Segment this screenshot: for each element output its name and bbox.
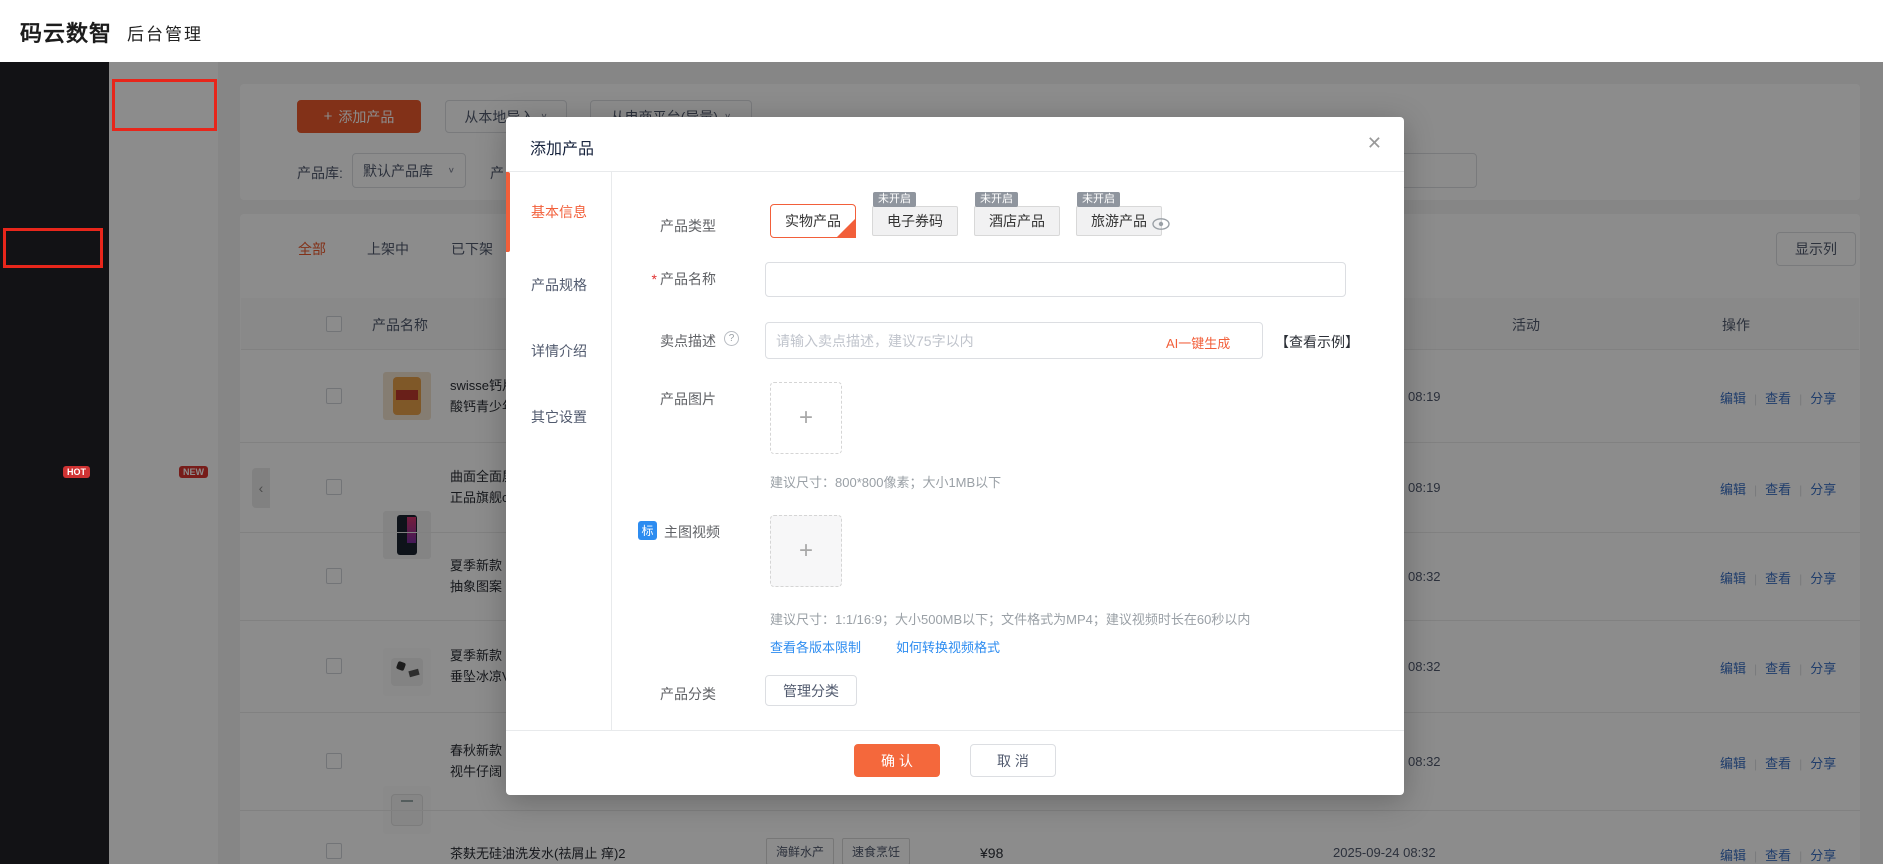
version-limits-link[interactable]: 查看各版本限制	[770, 637, 861, 656]
product-category-label: 产品分类	[660, 686, 716, 702]
confirm-button[interactable]: 确 认	[854, 744, 940, 777]
disabled-badge: 未开启	[873, 192, 916, 207]
app-root: 码云数智 后台管理 概况 统计 商城 产品 订单 会员 微信 分销 营销 HOT	[0, 0, 1883, 864]
modal-footer-divider	[506, 730, 1404, 731]
modal-title: 添加产品	[530, 141, 595, 158]
product-name-input[interactable]	[765, 262, 1346, 297]
product-name-label: * 产品名称	[651, 271, 716, 287]
image-size-hint: 建议尺寸：800*800像素；大小1MB以下	[770, 475, 1002, 490]
cancel-button[interactable]: 取 消	[970, 744, 1056, 777]
disabled-badge: 未开启	[1077, 192, 1120, 207]
disabled-badge: 未开启	[975, 192, 1018, 207]
add-product-modal: 添加产品 ✕ 基本信息 产品规格 详情介绍 其它设置 产品类型 实物产品 ✓ 未…	[506, 117, 1404, 795]
hot-badge: HOT	[63, 466, 90, 478]
help-question-icon[interactable]: ?	[724, 331, 739, 346]
check-icon: ✓	[845, 216, 854, 227]
ai-generate-button[interactable]: AI一键生成	[1166, 333, 1230, 352]
required-mark: *	[651, 271, 657, 287]
product-image-label: 产品图片	[660, 391, 716, 407]
plus-icon: +	[798, 537, 813, 564]
video-upload-box[interactable]: +	[770, 515, 842, 587]
selling-point-label: 卖点描述	[660, 333, 716, 349]
modal-header: 添加产品 ✕	[506, 117, 1404, 172]
close-icon[interactable]: ✕	[1367, 133, 1382, 154]
manage-category-button[interactable]: 管理分类	[765, 675, 857, 706]
product-type-label: 产品类型	[660, 218, 716, 234]
view-example-link[interactable]: 【查看示例】	[1275, 332, 1359, 352]
plus-icon: +	[798, 404, 813, 431]
product-type-options: 实物产品 ✓ 未开启 电子券码 未开启 酒店产品 未开启 旅游产品	[770, 192, 1162, 238]
type-option-travel[interactable]: 未开启 旅游产品	[1076, 192, 1162, 236]
top-bar: 码云数智 后台管理	[0, 0, 1883, 62]
convert-format-link[interactable]: 如何转换视频格式	[896, 637, 1000, 656]
modal-tab-detail-intro[interactable]: 详情介绍	[506, 318, 612, 384]
brand-logo: 码云数智	[20, 21, 113, 46]
preview-eye-icon[interactable]	[1151, 214, 1171, 239]
main-video-label: 主图视频	[664, 524, 720, 540]
modal-tab-basic-info[interactable]: 基本信息	[506, 172, 612, 252]
type-option-evoucher[interactable]: 未开启 电子券码	[872, 192, 958, 236]
video-size-hint: 建议尺寸：1:1/16:9；大小500MB以下；文件格式为MP4；建议视频时长在…	[770, 612, 1251, 627]
type-option-physical[interactable]: 实物产品 ✓	[770, 204, 856, 238]
standard-badge: 标	[638, 521, 657, 540]
page-title: 后台管理	[127, 25, 203, 44]
type-option-hotel[interactable]: 未开启 酒店产品	[974, 192, 1060, 236]
image-upload-box[interactable]: +	[770, 382, 842, 454]
primary-sidebar	[0, 62, 109, 864]
